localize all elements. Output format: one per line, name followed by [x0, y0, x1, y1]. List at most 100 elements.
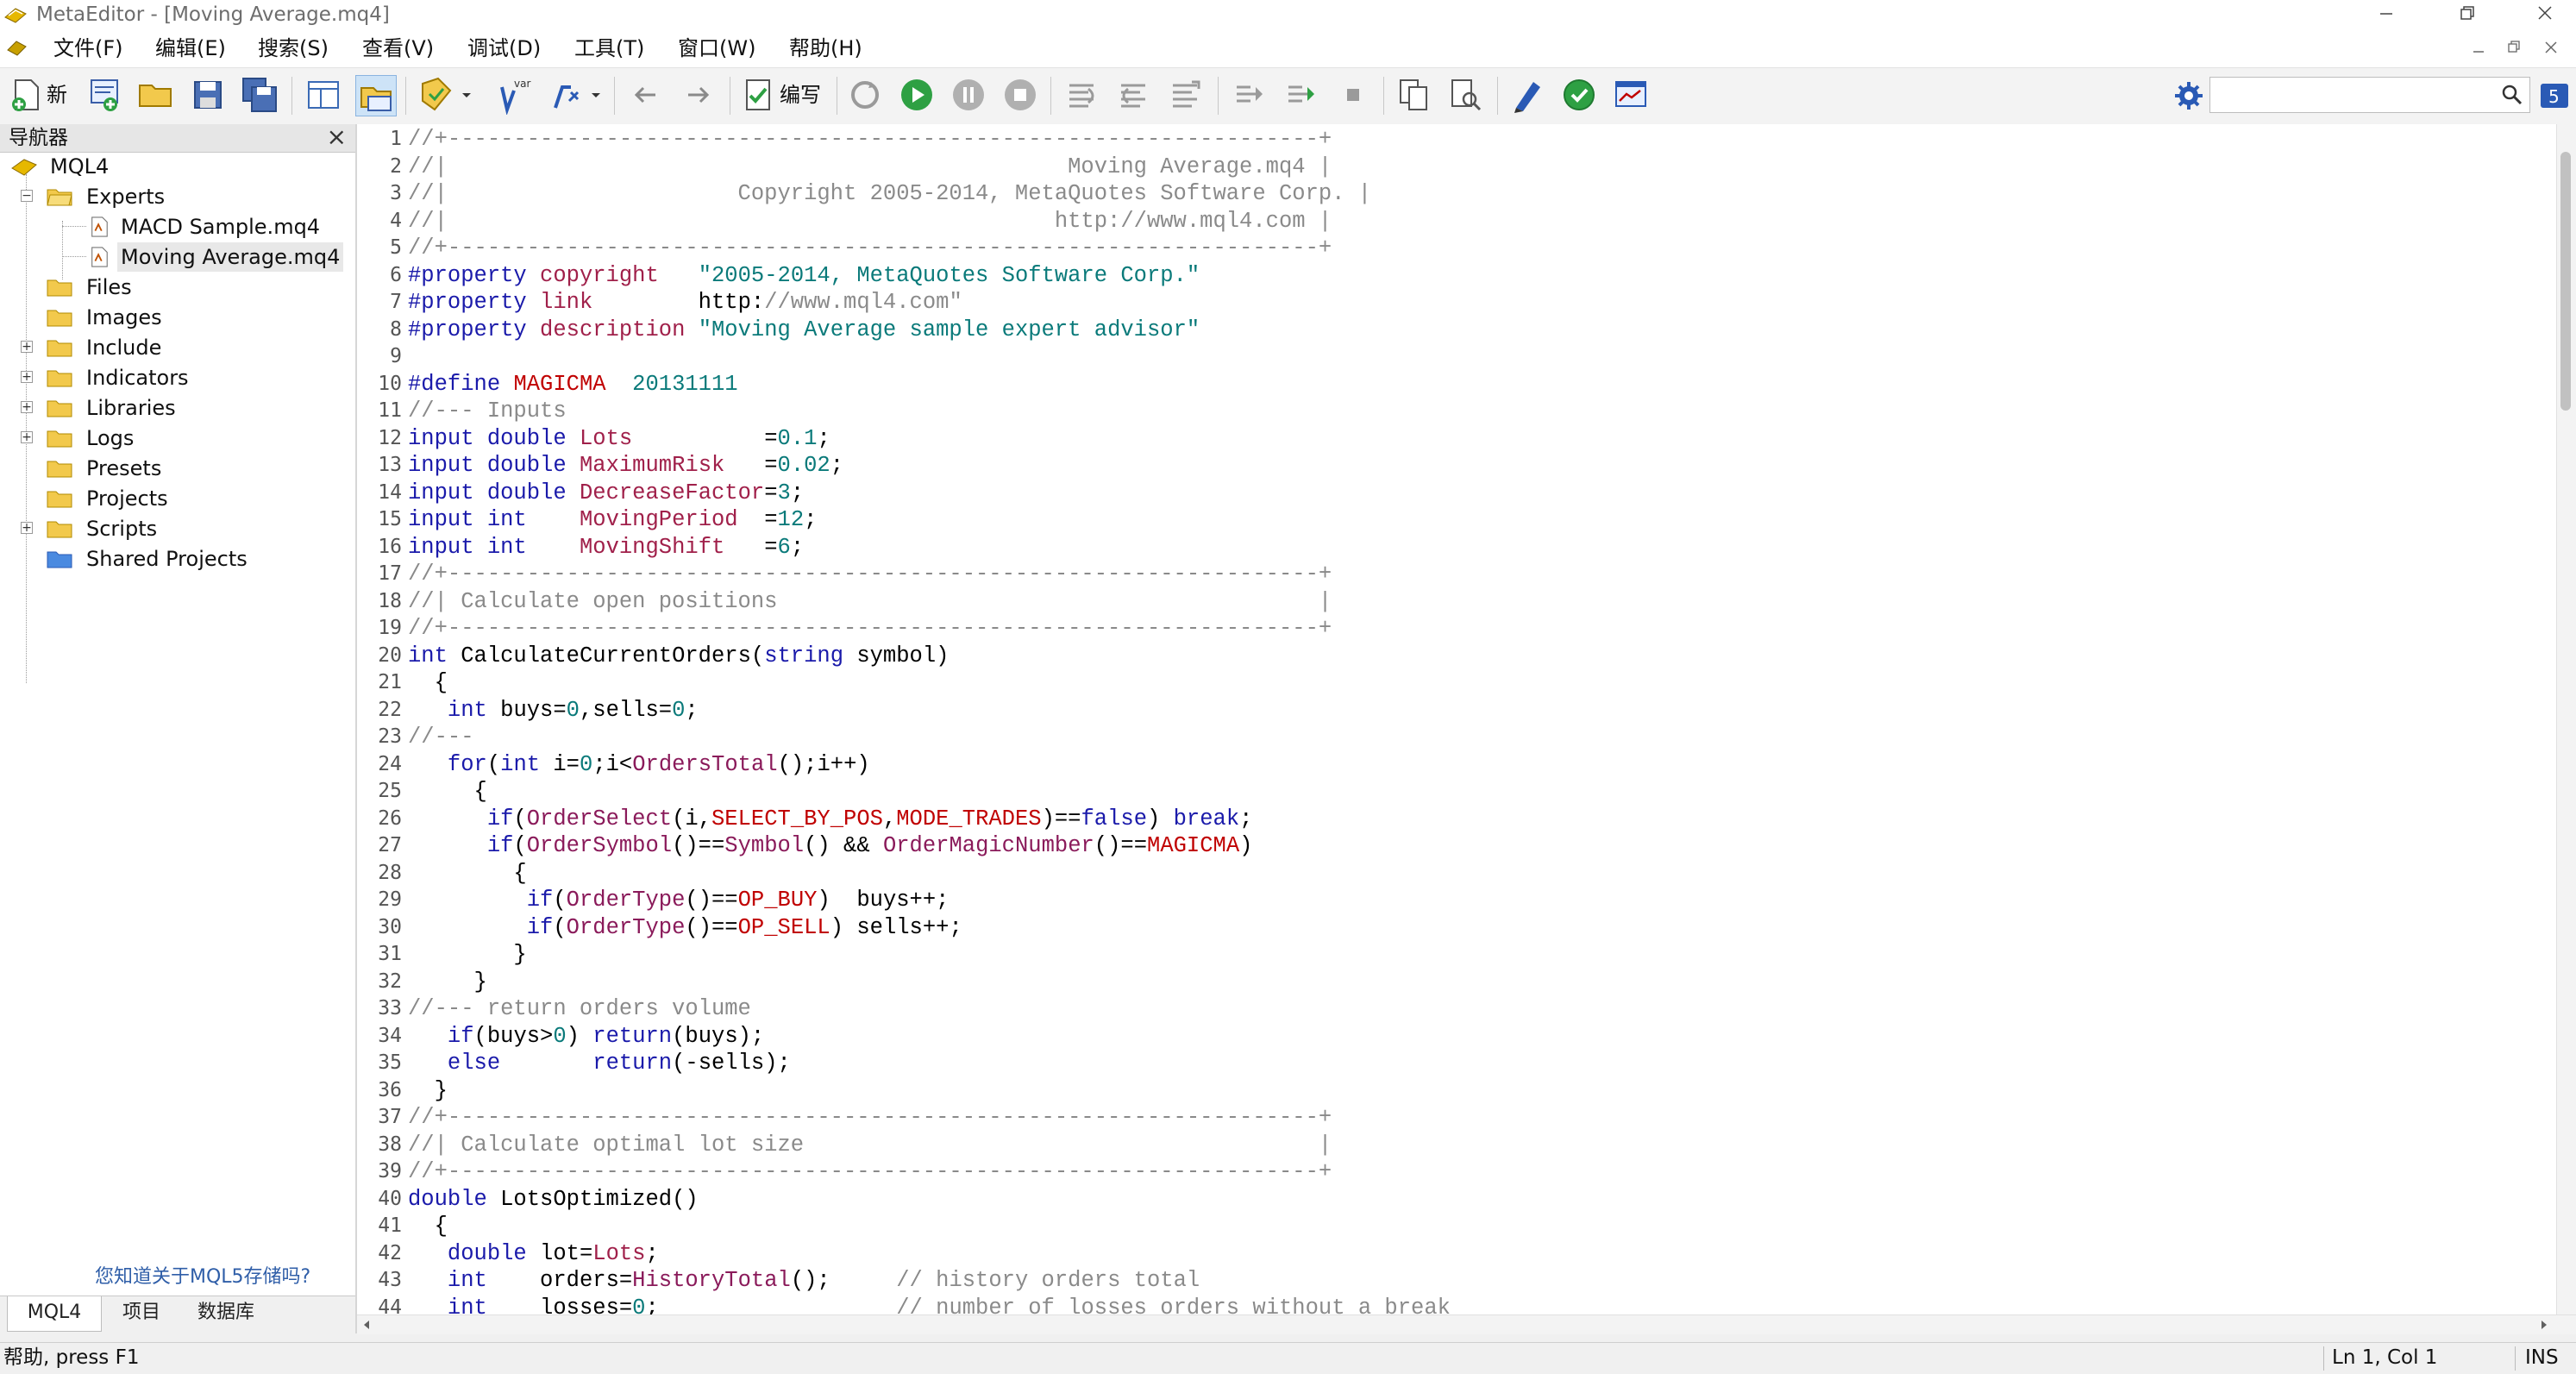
tree-item-projects[interactable]: Projects: [0, 484, 345, 513]
tree-item-scripts[interactable]: + Scripts: [0, 514, 345, 543]
tree-item-include[interactable]: + Include: [0, 333, 345, 362]
code-line[interactable]: if(OrderSymbol()==Symbol() && OrderMagic…: [408, 832, 1253, 860]
mdi-close-button[interactable]: [2534, 35, 2568, 60]
clipboard-button[interactable]: [417, 75, 457, 115]
tree-item-indicators[interactable]: + Indicators: [0, 363, 345, 392]
tree-item-file-selected[interactable]: Moving Average.mq4: [0, 242, 345, 272]
code-line[interactable]: input double MaximumRisk =0.02;: [408, 452, 843, 480]
run-to-cursor-button[interactable]: [1230, 75, 1269, 115]
restart-debug-button[interactable]: [845, 75, 885, 115]
code-line[interactable]: }: [408, 969, 487, 996]
code-line[interactable]: //+-------------------------------------…: [408, 235, 1332, 262]
tree-item-file[interactable]: MACD Sample.mq4: [0, 212, 345, 242]
code-editor[interactable]: 1 2 3 4 5 6 7 8 9 10 11 12 13 14 15 16 17 18 19 20 21 22 23 24 2…: [357, 124, 2576, 1321]
restore-button[interactable]: [2441, 0, 2492, 29]
toolbox-toggle-button[interactable]: [355, 75, 397, 116]
code-line[interactable]: if(OrderSelect(i,SELECT_BY_POS,MODE_TRAD…: [408, 806, 1253, 833]
find-in-files-button[interactable]: [1445, 75, 1485, 115]
menu-debug[interactable]: 调试(D): [467, 35, 541, 62]
tab-projects[interactable]: 项目: [107, 1296, 176, 1331]
tab-mql4[interactable]: MQL4: [7, 1296, 102, 1332]
save-all-button[interactable]: [240, 75, 279, 115]
mql5-community-button[interactable]: 5: [2539, 78, 2570, 113]
code-line[interactable]: }: [408, 1077, 448, 1105]
code-line[interactable]: //+-------------------------------------…: [408, 126, 1332, 154]
code-line[interactable]: if(buys>0) return(buys);: [408, 1023, 764, 1051]
code-line[interactable]: //+-------------------------------------…: [408, 1104, 1332, 1132]
code-line[interactable]: //--- return orders volume: [408, 995, 751, 1023]
menu-window[interactable]: 窗口(W): [678, 35, 755, 62]
expand-icon[interactable]: +: [21, 401, 33, 413]
expand-icon[interactable]: +: [21, 341, 33, 353]
code-line[interactable]: double LotsOptimized(): [408, 1186, 699, 1214]
styler-button[interactable]: [1507, 75, 1547, 115]
menu-view[interactable]: 查看(V): [362, 35, 434, 62]
menu-tools[interactable]: 工具(T): [574, 35, 644, 62]
code-line[interactable]: //| Calculate optimal lot size |: [408, 1132, 1332, 1159]
remove-breakpoints-button[interactable]: [1333, 75, 1373, 115]
vertical-scrollbar[interactable]: [2556, 124, 2576, 1314]
code-line[interactable]: //---: [408, 724, 474, 751]
code-line[interactable]: //| http://www.mql4.com |: [408, 208, 1332, 235]
code-line[interactable]: input double Lots =0.1;: [408, 425, 830, 453]
function-dropdown[interactable]: [586, 75, 605, 115]
clipboard-dropdown[interactable]: [457, 75, 476, 115]
scrollbar-thumb[interactable]: [2560, 152, 2571, 411]
insert-function-button[interactable]: [547, 75, 586, 115]
back-button[interactable]: [626, 75, 666, 115]
start-debug-button[interactable]: [897, 75, 937, 115]
code-line[interactable]: for(int i=0;i<OrdersTotal();i++): [408, 751, 870, 779]
step-out-button[interactable]: [1166, 75, 1206, 115]
code-line[interactable]: {: [408, 1213, 448, 1240]
code-line[interactable]: //+-------------------------------------…: [408, 615, 1332, 643]
code-line[interactable]: }: [408, 941, 526, 969]
stop-debug-button[interactable]: [1000, 75, 1040, 115]
new-project-button[interactable]: [85, 75, 124, 115]
code-line[interactable]: #property copyright "2005-2014, MetaQuot…: [408, 262, 1200, 290]
search-settings-button[interactable]: [2172, 78, 2206, 113]
code-line[interactable]: {: [408, 778, 487, 806]
minimize-button[interactable]: [2360, 0, 2411, 29]
tree-item-libraries[interactable]: + Libraries: [0, 393, 345, 423]
tree-item-images[interactable]: Images: [0, 303, 345, 332]
code-line[interactable]: int buys=0,sells=0;: [408, 697, 699, 725]
scroll-left-icon[interactable]: [360, 1319, 373, 1331]
open-folder-button[interactable]: [136, 75, 176, 115]
search-icon[interactable]: [2500, 83, 2524, 107]
expand-icon[interactable]: +: [21, 371, 33, 383]
tree-item-logs[interactable]: + Logs: [0, 423, 345, 453]
copy-button[interactable]: [1394, 75, 1433, 115]
step-into-button[interactable]: [1062, 75, 1102, 115]
step-over-button[interactable]: [1114, 75, 1154, 115]
compile-button[interactable]: [738, 75, 778, 115]
mdi-restore-button[interactable]: [2498, 35, 2532, 60]
code-line[interactable]: #property description "Moving Average sa…: [408, 317, 1200, 344]
forward-button[interactable]: [678, 75, 718, 115]
menu-file[interactable]: 文件(F): [53, 35, 123, 62]
pause-debug-button[interactable]: [949, 75, 988, 115]
document-icon[interactable]: [5, 36, 29, 59]
tab-database[interactable]: 数据库: [183, 1296, 269, 1331]
code-line[interactable]: {: [408, 860, 526, 888]
code-line[interactable]: double lot=Lots;: [408, 1240, 659, 1268]
tree-item-files[interactable]: Files: [0, 273, 345, 302]
code-line[interactable]: //| Calculate open positions |: [408, 588, 1332, 616]
menu-search[interactable]: 搜索(S): [258, 35, 329, 62]
navigator-toggle-button[interactable]: [304, 75, 343, 115]
tree-item-shared-projects[interactable]: Shared Projects: [0, 544, 345, 574]
check-button[interactable]: [1559, 75, 1599, 115]
collapse-icon[interactable]: −: [21, 190, 33, 202]
code-line[interactable]: {: [408, 669, 448, 697]
tree-item-experts[interactable]: − Experts: [0, 182, 345, 211]
compile-label[interactable]: 编写: [780, 80, 821, 110]
navigator-close-button[interactable]: ×: [327, 124, 347, 150]
expand-icon[interactable]: +: [21, 431, 33, 443]
code-line[interactable]: input int MovingShift =6;: [408, 534, 804, 562]
code-line[interactable]: int CalculateCurrentOrders(string symbol…: [408, 643, 949, 670]
new-file-button[interactable]: [7, 75, 47, 115]
insert-variable-button[interactable]: var: [495, 75, 535, 116]
scroll-right-icon[interactable]: [2538, 1319, 2550, 1331]
code-line[interactable]: input double DecreaseFactor=3;: [408, 480, 804, 507]
expand-icon[interactable]: +: [21, 522, 33, 534]
mql5-storage-link[interactable]: 您知道关于MQL5存储吗?: [95, 1261, 310, 1289]
